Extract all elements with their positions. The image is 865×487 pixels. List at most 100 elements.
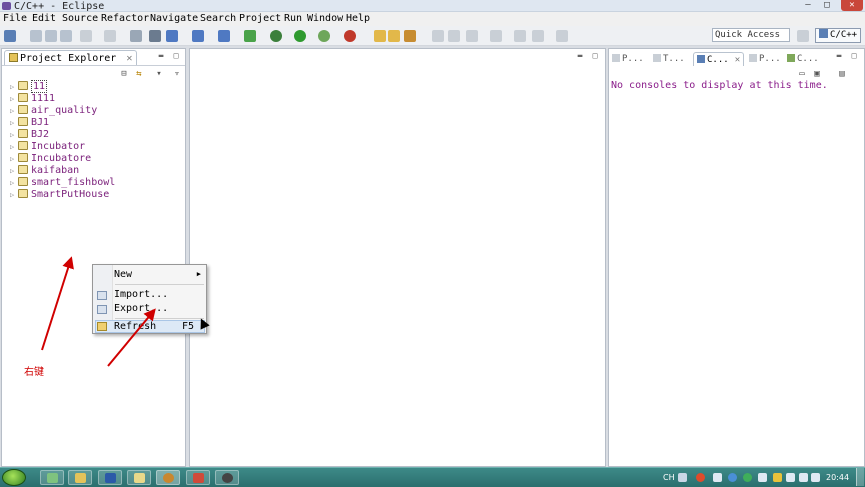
minimize-panel-icon[interactable]: ▬	[157, 52, 165, 60]
tree-item[interactable]: ▷ Incubatore	[10, 153, 115, 165]
expand-arrow-icon[interactable]: ▷	[10, 165, 18, 177]
save-icon[interactable]	[30, 30, 42, 42]
expand-arrow-icon[interactable]: ▷	[10, 153, 18, 165]
taskbar-word-button[interactable]	[98, 470, 122, 485]
tab-tasks[interactable]: T...	[653, 52, 685, 66]
open-element-icon[interactable]	[388, 30, 400, 42]
show-desktop-button[interactable]	[856, 468, 864, 486]
minimize-button[interactable]: —	[799, 0, 817, 11]
menu-item-new[interactable]: New ▶	[114, 268, 206, 281]
expand-arrow-icon[interactable]: ▷	[10, 93, 18, 105]
open-console-icon[interactable]: ▤	[837, 69, 847, 79]
new-icon[interactable]	[4, 30, 16, 42]
annotation-icon[interactable]	[466, 30, 478, 42]
editor-area[interactable]: ▬ □	[189, 48, 606, 467]
tree-item[interactable]: ▷ smart_fishbowl	[10, 177, 115, 189]
expand-arrow-icon[interactable]: ▷	[10, 129, 18, 141]
menu-edit[interactable]: Edit	[32, 13, 56, 24]
tab-console[interactable]: C... ✕	[693, 52, 745, 66]
toggle-block-icon[interactable]	[448, 30, 460, 42]
maximize-button[interactable]: □	[818, 0, 836, 11]
tree-item[interactable]: ▷ BJ1	[10, 117, 115, 129]
external-tools-icon[interactable]	[344, 30, 356, 42]
build-icon[interactable]	[80, 30, 92, 42]
pin-console-icon[interactable]: ▭	[797, 69, 807, 79]
menu-source[interactable]: Source	[62, 13, 98, 24]
taskbar-folder-button[interactable]	[68, 470, 92, 485]
quick-access-input[interactable]: Quick Access	[712, 28, 790, 42]
menu-run[interactable]: Run	[284, 13, 302, 24]
taskbar-media-button[interactable]	[215, 470, 239, 485]
collapse-all-icon[interactable]: ⊟	[119, 69, 129, 79]
qq-icon[interactable]	[773, 473, 782, 482]
tree-item[interactable]: ▷ air_quality	[10, 105, 115, 117]
search-icon[interactable]	[404, 30, 416, 42]
menu-navigate[interactable]: Navigate	[150, 13, 198, 24]
menu-item-import[interactable]: Import...	[114, 288, 168, 301]
expand-arrow-icon[interactable]: ▷	[10, 117, 18, 129]
minimize-editor-icon[interactable]: ▬	[576, 52, 584, 60]
taskbar-explorer-button[interactable]	[40, 470, 64, 485]
open-perspective-icon[interactable]	[797, 30, 809, 42]
next-annotation-icon[interactable]	[490, 30, 502, 42]
new-folder-icon[interactable]	[192, 30, 204, 42]
minimize-console-icon[interactable]: ▬	[835, 52, 843, 60]
menu-refactor[interactable]: Refactor	[101, 13, 149, 24]
taskbar-pdf-button[interactable]	[186, 470, 210, 485]
last-edit-icon[interactable]	[514, 30, 526, 42]
battery-icon[interactable]	[786, 473, 795, 482]
tree-item[interactable]: ▷ BJ2	[10, 129, 115, 141]
security-icon[interactable]	[696, 473, 705, 482]
build-config-icon[interactable]	[104, 30, 116, 42]
menu-window[interactable]: Window	[307, 13, 343, 24]
debug-run-icon[interactable]	[270, 30, 282, 42]
view-menu-icon[interactable]: ▿	[172, 69, 182, 79]
maximize-panel-icon[interactable]: □	[172, 52, 180, 60]
expand-arrow-icon[interactable]: ▷	[10, 177, 18, 189]
taskbar-notes-button[interactable]	[127, 470, 151, 485]
maximize-console-icon[interactable]: □	[850, 52, 858, 60]
perspective-button[interactable]: C/C++	[815, 28, 861, 43]
tab-project-explorer[interactable]: Project Explorer ✕	[4, 50, 138, 65]
open-type-icon[interactable]	[374, 30, 386, 42]
expand-arrow-icon[interactable]: ▷	[10, 141, 18, 153]
taskbar-eclipse-button[interactable]	[156, 470, 180, 485]
toggle-mark-icon[interactable]	[432, 30, 444, 42]
print-icon[interactable]	[60, 30, 72, 42]
tab-properties[interactable]: P...	[749, 52, 781, 66]
back-icon[interactable]	[532, 30, 544, 42]
expand-arrow-icon[interactable]: ▷	[10, 105, 18, 117]
forward-icon[interactable]	[556, 30, 568, 42]
menu-help[interactable]: Help	[346, 13, 370, 24]
run-config-icon[interactable]	[318, 30, 330, 42]
expand-arrow-icon[interactable]: ▷	[10, 81, 18, 93]
menu-project[interactable]: Project	[239, 13, 281, 24]
language-indicator[interactable]: CH	[663, 473, 675, 482]
refresh-icon[interactable]	[244, 30, 256, 42]
close-tab-icon[interactable]: ✕	[126, 53, 132, 64]
menu-search[interactable]: Search	[200, 13, 236, 24]
flag-icon[interactable]	[799, 473, 808, 482]
menu-file[interactable]: File	[3, 13, 27, 24]
network-icon[interactable]	[713, 473, 722, 482]
tree-item[interactable]: ▷ SmartPutHouse	[10, 189, 115, 201]
tab-call-hierarchy[interactable]: C...	[787, 52, 819, 66]
clock[interactable]: 20:44	[826, 473, 849, 482]
save-all-icon[interactable]	[45, 30, 57, 42]
new-project-icon[interactable]	[166, 30, 178, 42]
build-all-icon[interactable]	[130, 30, 142, 42]
shield-icon[interactable]	[728, 473, 737, 482]
keyboard-icon[interactable]	[678, 473, 687, 482]
tree-item[interactable]: ▷ Incubator	[10, 141, 115, 153]
tree-item[interactable]: ▷ kaifaban	[10, 165, 115, 177]
volume-icon[interactable]	[811, 473, 820, 482]
start-button-icon[interactable]	[2, 469, 26, 486]
debug-icon[interactable]	[149, 30, 161, 42]
close-button[interactable]: ✕	[841, 0, 863, 11]
run-icon[interactable]	[294, 30, 306, 42]
filter-icon[interactable]: ▾	[154, 69, 164, 79]
tree-item[interactable]: ▷ 11	[10, 80, 115, 93]
maximize-editor-icon[interactable]: □	[591, 52, 599, 60]
tab-problems[interactable]: P...	[612, 52, 644, 66]
new-file-icon[interactable]	[218, 30, 230, 42]
